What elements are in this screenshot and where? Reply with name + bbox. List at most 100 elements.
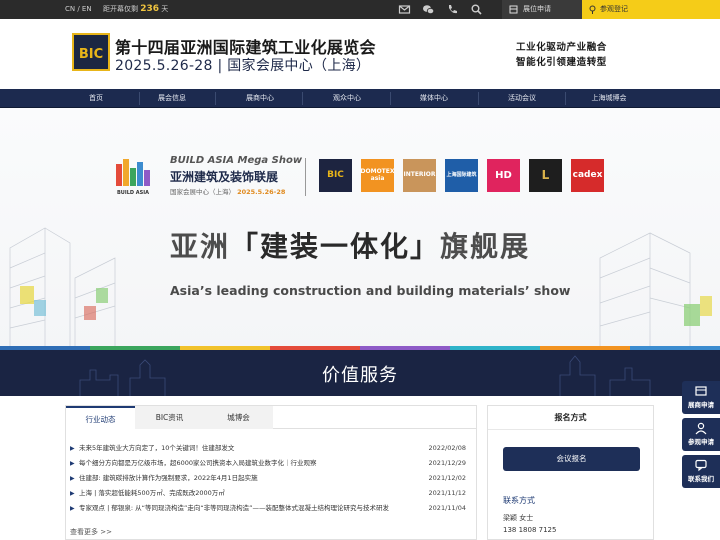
nav-home[interactable]: 首页 <box>53 89 139 108</box>
headline-bracket-open: 「 <box>230 230 261 263</box>
hero-banner[interactable]: BUILD ASIA BUILD ASIA Mega Show 亚洲建筑及装饰联… <box>0 108 720 396</box>
arrow-right-icon: ▶ <box>70 490 75 497</box>
news-title[interactable]: 每个细分方向都是万亿级市场，超6000家公司携资本入局建筑业数字化｜行业观察 <box>79 457 419 470</box>
countdown-days: 236 <box>140 4 160 14</box>
arrow-right-icon: ▶ <box>70 445 75 452</box>
news-title[interactable]: 住建部: 建筑碳排放计算作为强制要求，2022年4月1日起实施 <box>79 472 419 485</box>
news-title[interactable]: 未来5年建筑业大方向定了，10个关键词！住建部发文 <box>79 442 419 455</box>
user-icon <box>695 422 707 435</box>
language-switch[interactable]: CN / EN <box>65 5 92 13</box>
news-title[interactable]: 上海 | 落实超低能耗500万㎡、完成既改2000万㎡ <box>79 487 419 500</box>
banner-subline: Asia’s leading construction and building… <box>170 283 571 298</box>
nav-divider <box>302 92 303 105</box>
brand-venue-date: 2025.5.26-28 <box>237 188 286 196</box>
view-more-link[interactable]: 查看更多 >> <box>70 527 112 537</box>
arrow-right-icon: ▶ <box>70 460 75 467</box>
conference-register-button[interactable]: 会议报名 <box>503 447 640 471</box>
value-service-bar: 价值服务 <box>0 350 720 396</box>
page-subtitle: 2025.5.26-28 | 国家会展中心（上海） <box>115 58 371 74</box>
float-label: 展商申请 <box>688 401 714 409</box>
tab-bic-news[interactable]: BIC资讯 <box>135 406 204 429</box>
nav-media[interactable]: 媒体中心 <box>391 89 477 108</box>
partner-logo-sh-build[interactable]: 上海国际建筑 <box>445 159 478 192</box>
contact-label: 联系方式 <box>503 496 535 505</box>
brand-venue: 国家会展中心（上海） 2025.5.26-28 <box>170 186 285 196</box>
contact-name: 梁颖 女士 <box>503 514 534 522</box>
arrow-right-icon: ▶ <box>70 505 75 512</box>
news-item[interactable]: ▶ 未来5年建筑业大方向定了，10个关键词！住建部发文 2022/02/08 <box>70 442 470 455</box>
news-panel: 行业动态 BIC资讯 城博会 ▶ 未来5年建筑业大方向定了，10个关键词！住建部… <box>65 405 477 540</box>
booth-icon <box>509 5 518 14</box>
news-date: 2022/02/08 <box>428 444 466 452</box>
brand-name-cn: 亚洲建筑及装饰联展 <box>170 170 279 184</box>
float-label: 参观申请 <box>688 438 714 446</box>
nav-divider <box>215 92 216 105</box>
countdown: 距开幕仅剩 236 天 <box>103 4 168 14</box>
arrow-right-icon: ▶ <box>70 475 75 482</box>
booth-apply-label: 展位申请 <box>523 5 551 13</box>
headline-mid: 建装一体化 <box>260 230 411 263</box>
brand-name-en: BUILD ASIA Mega Show <box>170 155 303 166</box>
tab-city-expo[interactable]: 城博会 <box>204 406 273 429</box>
brand-divider <box>305 158 306 196</box>
headline-left: 亚洲 <box>170 230 231 263</box>
top-icons <box>398 3 483 16</box>
float-label: 联系我们 <box>688 475 714 483</box>
headline-right: 旗舰展 <box>440 230 531 263</box>
partner-logo-domotex[interactable]: DOMOTEX asia <box>361 159 395 192</box>
building-illustration-left <box>9 227 116 348</box>
banner-headline: 亚洲「建装一体化」旗舰展 <box>170 225 530 265</box>
wechat-icon[interactable] <box>422 3 435 16</box>
booth-icon <box>695 386 707 396</box>
news-item[interactable]: ▶ 上海 | 落实超低能耗500万㎡、完成既改2000万㎡ 2021/11/12 <box>70 487 470 500</box>
partner-logo-cadex[interactable]: cadex <box>571 159 604 192</box>
news-tabs: 行业动态 BIC资讯 城博会 <box>66 406 476 429</box>
top-bar: CN / EN 距开幕仅剩 236 天 展位申请 参观登记 <box>0 0 720 19</box>
partner-logo-interior[interactable]: INTERIOR <box>403 159 436 192</box>
float-visitor-apply[interactable]: 参观申请 <box>682 418 720 451</box>
nav-visitor[interactable]: 观众中心 <box>304 89 390 108</box>
pin-icon <box>589 5 596 14</box>
news-date: 2021/11/04 <box>428 504 466 512</box>
mail-icon[interactable] <box>398 3 411 16</box>
visitor-register-label: 参观登记 <box>600 5 628 13</box>
news-title[interactable]: 专家观点 | 郁银泉: 从“等同现浇构造”走向“非等同现浇构造”——装配整体式混… <box>79 502 419 515</box>
slogan-line-2: 智能化引领建造转型 <box>516 57 607 68</box>
news-item[interactable]: ▶ 每个细分方向都是万亿级市场，超6000家公司携资本入局建筑业数字化｜行业观察… <box>70 457 470 470</box>
slogan-line-1: 工业化驱动产业融合 <box>516 42 607 53</box>
svg-text:BUILD ASIA: BUILD ASIA <box>117 190 149 196</box>
phone-icon[interactable] <box>446 3 459 16</box>
svg-text:BIC: BIC <box>79 47 103 62</box>
bic-logo[interactable]: BIC <box>72 33 110 71</box>
partner-logo-hd[interactable]: HD <box>487 159 520 192</box>
nav-expo-info[interactable]: 展会信息 <box>129 89 215 108</box>
nav-events[interactable]: 活动会议 <box>479 89 565 108</box>
tab-industry-news[interactable]: 行业动态 <box>66 406 135 429</box>
register-title: 报名方式 <box>488 406 653 430</box>
nav-city-expo[interactable]: 上海城博会 <box>566 89 652 108</box>
search-icon[interactable] <box>470 3 483 16</box>
countdown-suffix: 天 <box>161 5 169 13</box>
contact-phone: 138 1808 7125 <box>503 526 557 534</box>
register-panel: 报名方式 会议报名 联系方式 梁颖 女士 138 1808 7125 <box>487 405 654 540</box>
value-service-title: 价值服务 <box>322 365 398 386</box>
brand-venue-name: 国家会展中心（上海） <box>170 188 235 196</box>
building-illustration-right <box>599 232 712 348</box>
chat-icon <box>695 459 707 472</box>
countdown-prefix: 距开幕仅剩 <box>103 5 138 13</box>
news-date: 2021/12/02 <box>428 474 466 482</box>
main-nav: 首页 展会信息 展商中心 观众中心 媒体中心 活动会议 上海城博会 <box>0 89 720 108</box>
float-exhibitor-apply[interactable]: 展商申请 <box>682 381 720 414</box>
news-item[interactable]: ▶ 专家观点 | 郁银泉: 从“等同现浇构造”走向“非等同现浇构造”——装配整体… <box>70 502 470 515</box>
news-date: 2021/11/12 <box>428 489 466 497</box>
partner-logo-bic[interactable]: BIC <box>319 159 352 192</box>
visitor-register-button[interactable]: 参观登记 <box>582 0 720 19</box>
float-contact-us[interactable]: 联系我们 <box>682 455 720 488</box>
news-date: 2021/12/29 <box>428 459 466 467</box>
partner-logo-l[interactable]: L <box>529 159 562 192</box>
headline-bracket-close: 」 <box>410 230 441 263</box>
news-item[interactable]: ▶ 住建部: 建筑碳排放计算作为强制要求，2022年4月1日起实施 2021/1… <box>70 472 470 485</box>
booth-apply-button[interactable]: 展位申请 <box>502 0 582 19</box>
build-asia-logo: BUILD ASIA <box>113 156 153 198</box>
nav-exhibitor[interactable]: 展商中心 <box>217 89 303 108</box>
